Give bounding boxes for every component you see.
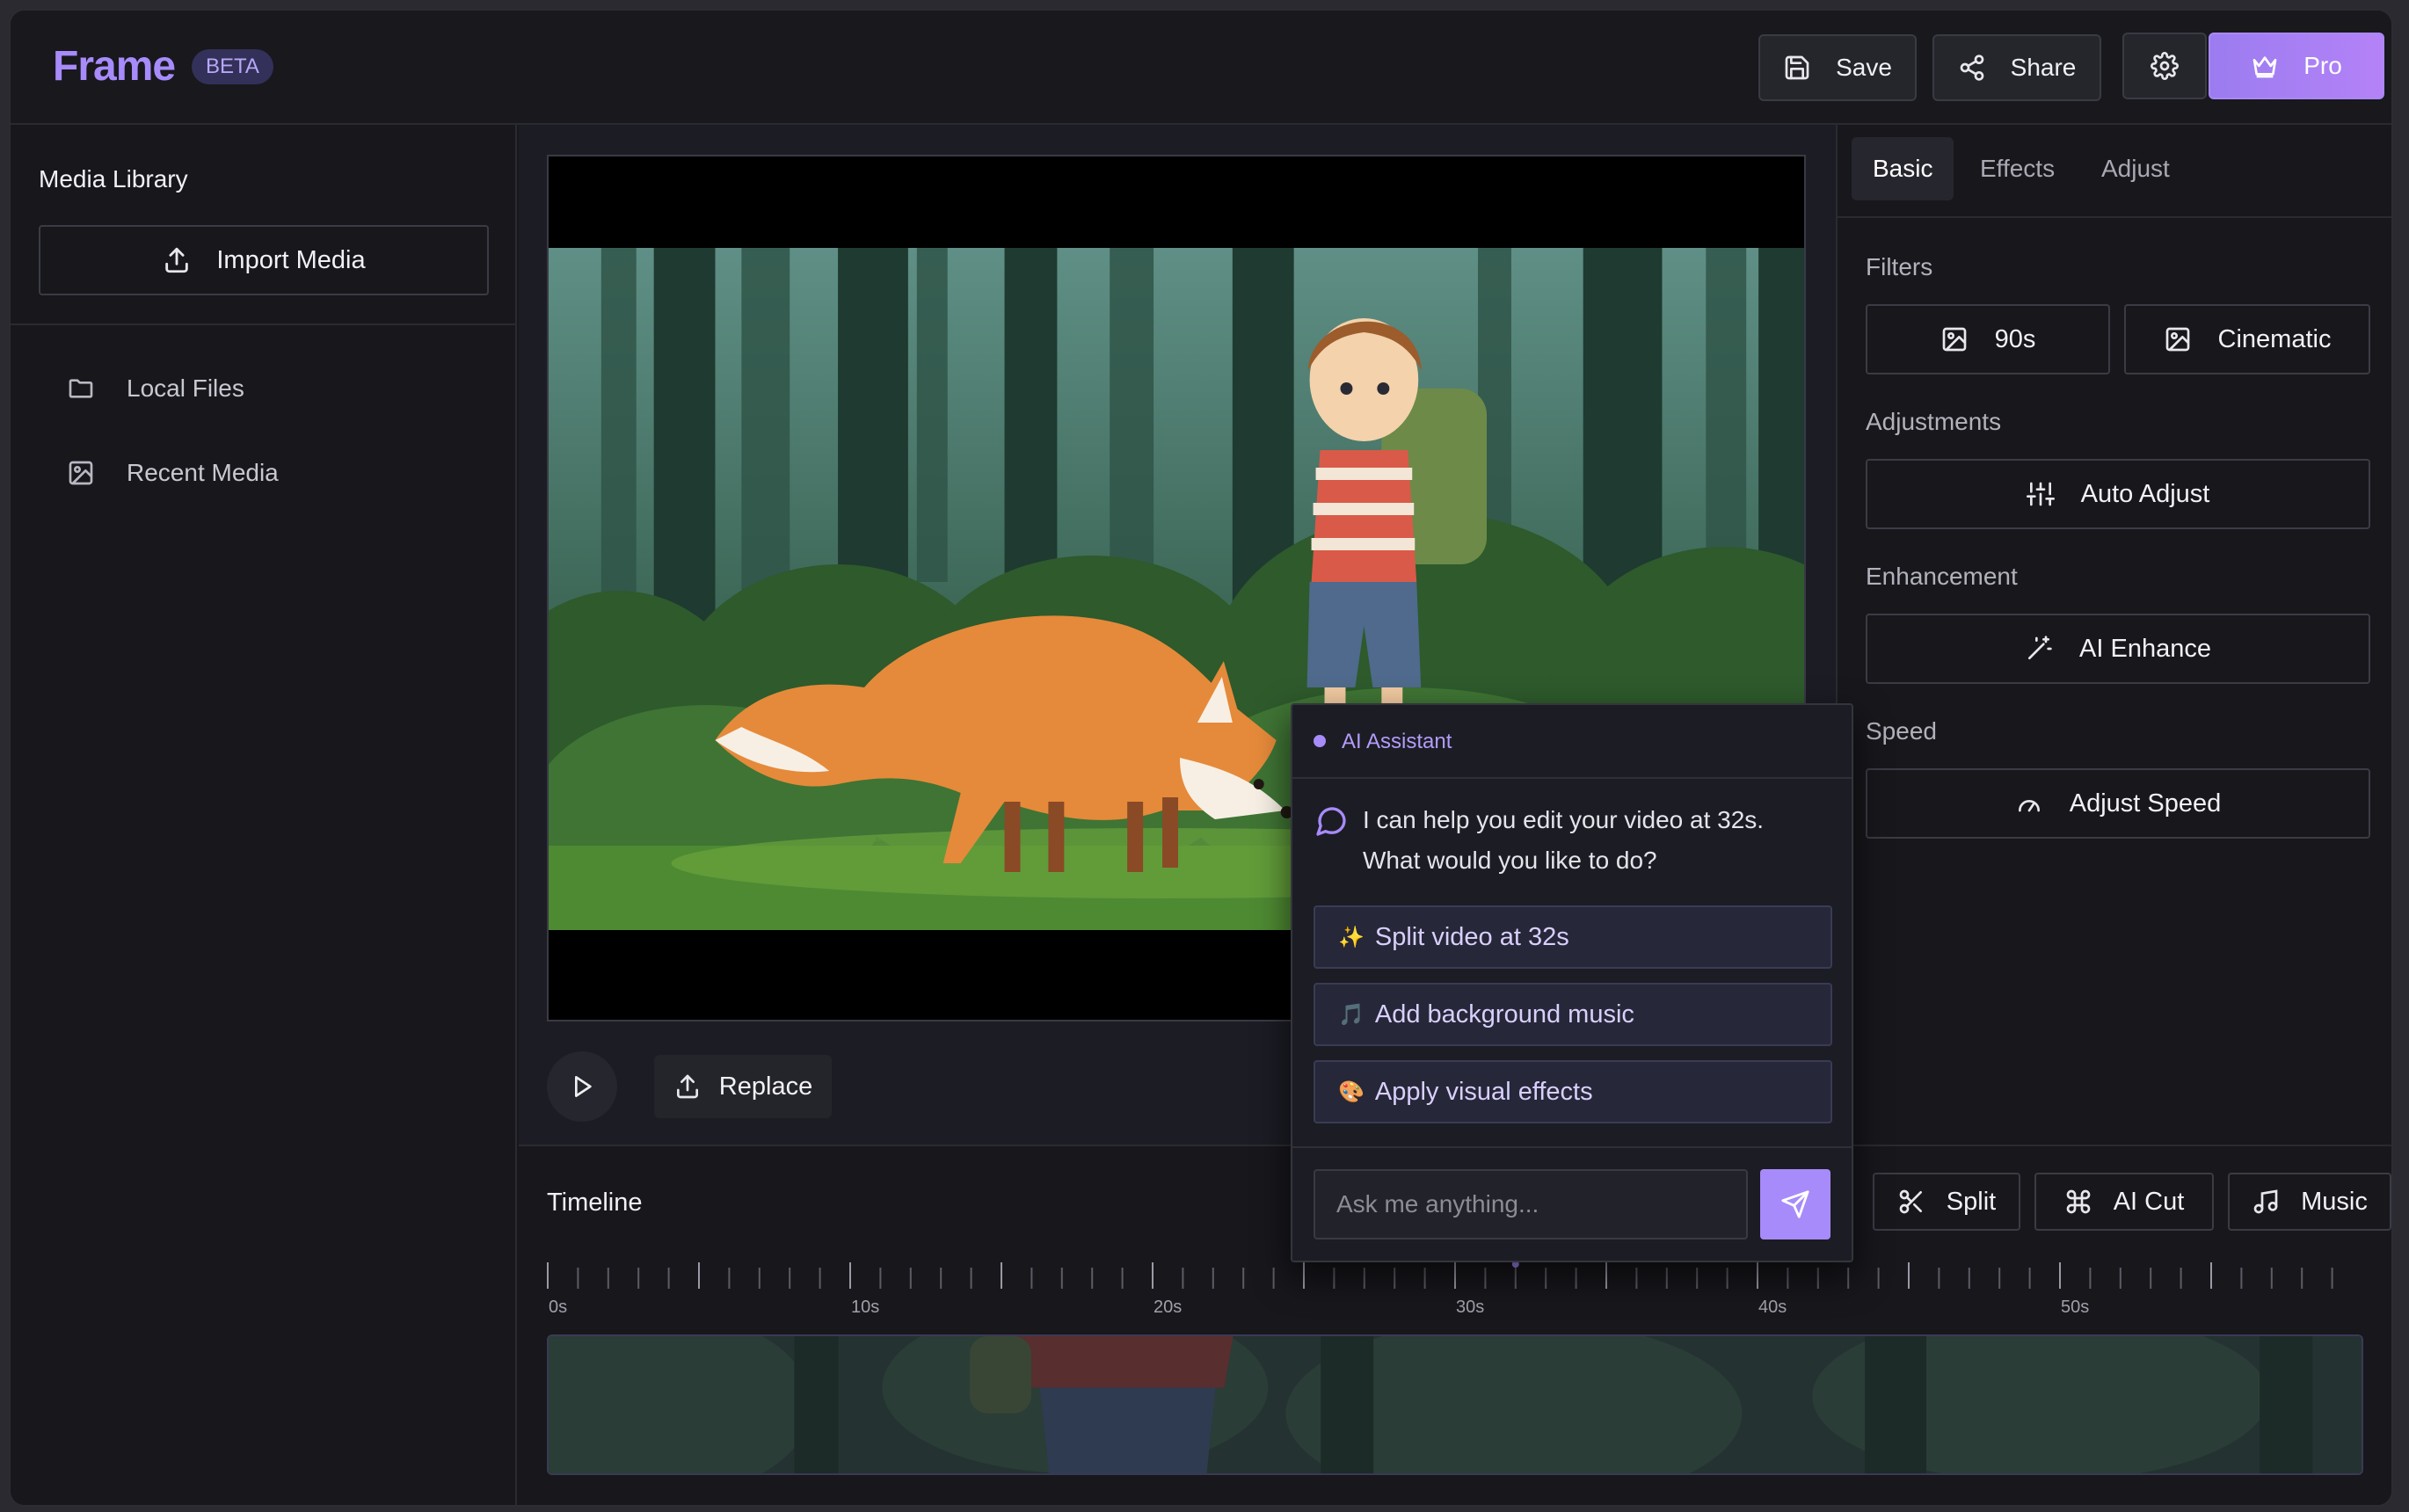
save-label: Save xyxy=(1836,54,1892,81)
import-media-button[interactable]: Import Media xyxy=(39,225,489,295)
ai-assistant-header: AI Assistant xyxy=(1292,705,1852,779)
filter-label: 90s xyxy=(1994,324,2036,353)
ai-option-label: Split video at 32s xyxy=(1374,922,1569,951)
gear-icon xyxy=(2151,52,2179,80)
tab-adjust[interactable]: Adjust xyxy=(2080,137,2191,200)
ruler-tick-label: 40s xyxy=(1758,1298,1787,1317)
video-track-clip[interactable] xyxy=(547,1334,2363,1475)
ruler-tick-label: 50s xyxy=(2061,1298,2090,1317)
upload-icon xyxy=(165,247,189,273)
sidebar-item-label: Local Files xyxy=(127,374,244,402)
ai-assistant-popup: AI Assistant I can help you edit your vi… xyxy=(1291,703,1853,1262)
split-label: Split xyxy=(1946,1187,1997,1216)
sidebar-item-local-files[interactable]: Local Files xyxy=(67,362,244,415)
image-icon xyxy=(69,461,93,485)
image-icon xyxy=(1942,327,1966,352)
pro-button[interactable]: Pro xyxy=(2209,33,2384,99)
gauge-icon xyxy=(2018,800,2040,812)
palette-icon: 🎨 xyxy=(1338,1079,1365,1104)
send-icon xyxy=(1781,1190,1809,1218)
ai-option-split-video[interactable]: ✨ Split video at 32s xyxy=(1314,905,1832,969)
save-icon xyxy=(1785,55,1809,80)
ruler-tick-label: 0s xyxy=(549,1298,568,1317)
panel-tabs: Basic Effects Adjust xyxy=(1838,125,2391,218)
adjust-speed-button[interactable]: Adjust Speed xyxy=(1866,768,2370,839)
ai-assistant-title: AI Assistant xyxy=(1342,730,1452,753)
crown-icon xyxy=(2253,56,2277,78)
replace-button[interactable]: Replace xyxy=(654,1055,832,1118)
app-window: Frame BETA Save Share Media Library Impo… xyxy=(9,9,2393,1507)
tab-effects[interactable]: Effects xyxy=(1959,137,2076,200)
command-icon xyxy=(2066,1189,2091,1214)
adjustments-label: Adjustments xyxy=(1866,408,2002,435)
folder-icon xyxy=(69,379,93,398)
split-button[interactable]: Split xyxy=(1873,1173,2020,1231)
ruler-ticks xyxy=(547,1261,2333,1289)
ai-option-visual-effects[interactable]: 🎨 Apply visual effects xyxy=(1314,1060,1832,1123)
timeline-title: Timeline xyxy=(547,1189,643,1217)
upload-icon xyxy=(676,1074,698,1099)
ai-assistant-message: I can help you edit your video at 32s. W… xyxy=(1363,806,1765,874)
settings-button[interactable] xyxy=(2122,33,2207,99)
music-button[interactable]: Music xyxy=(2228,1173,2391,1231)
play-icon xyxy=(575,1076,592,1097)
share-button[interactable]: Share xyxy=(1932,34,2101,101)
import-media-label: Import Media xyxy=(216,245,366,274)
filter-90s-button[interactable]: 90s xyxy=(1866,304,2110,374)
ruler-tick-label: 20s xyxy=(1154,1298,1183,1317)
enhancement-label: Enhancement xyxy=(1866,563,2018,590)
app-logo: Frame xyxy=(53,43,176,90)
ai-cut-label: AI Cut xyxy=(2113,1187,2185,1216)
ruler-tick-label: 10s xyxy=(851,1298,880,1317)
pro-label: Pro xyxy=(2303,52,2342,79)
music-label: Music xyxy=(2301,1187,2368,1216)
image-icon xyxy=(2165,327,2189,352)
ai-enhance-button[interactable]: AI Enhance xyxy=(1866,614,2370,684)
ai-enhance-label: AI Enhance xyxy=(2079,634,2211,663)
chat-bubble-icon xyxy=(1316,807,1346,836)
ai-footer-divider xyxy=(1292,1146,1852,1148)
replace-label: Replace xyxy=(718,1072,813,1101)
media-library-sidebar: Media Library Import Media Local Files R… xyxy=(11,125,517,1505)
send-button[interactable] xyxy=(1760,1169,1830,1239)
share-label: Share xyxy=(2010,54,2077,81)
time-ruler[interactable]: 0s 10s 20s 30s 40s 50s xyxy=(547,1261,2362,1324)
speed-label: Speed xyxy=(1866,717,1937,745)
sliders-icon xyxy=(2026,482,2055,506)
filter-label: Cinematic xyxy=(2217,324,2332,353)
scissors-icon xyxy=(1899,1189,1922,1214)
filter-cinematic-button[interactable]: Cinematic xyxy=(2124,304,2370,374)
ai-chat-input[interactable] xyxy=(1314,1169,1748,1239)
tab-basic[interactable]: Basic xyxy=(1852,137,1954,200)
adjust-speed-label: Adjust Speed xyxy=(2069,789,2222,818)
share-icon xyxy=(1960,55,1983,81)
music-icon xyxy=(2253,1189,2278,1214)
properties-panel: Basic Effects Adjust Filters 90s Cinemat… xyxy=(1836,125,2391,1145)
sidebar-item-label: Recent Media xyxy=(127,459,279,486)
magic-wand-icon xyxy=(2028,636,2052,659)
sidebar-item-recent-media[interactable]: Recent Media xyxy=(67,447,279,499)
clip-thumbnail xyxy=(549,1336,2362,1473)
auto-adjust-button[interactable]: Auto Adjust xyxy=(1866,459,2370,529)
auto-adjust-label: Auto Adjust xyxy=(2080,479,2210,508)
status-dot xyxy=(1314,735,1326,747)
filters-label: Filters xyxy=(1866,253,1933,280)
ai-option-label: Apply visual effects xyxy=(1374,1077,1593,1106)
ai-cut-button[interactable]: AI Cut xyxy=(2034,1173,2214,1231)
playhead-marker[interactable] xyxy=(1511,1261,1519,1268)
ruler-tick-label: 30s xyxy=(1456,1298,1485,1317)
ai-option-label: Add background music xyxy=(1374,1000,1634,1029)
top-bar: Frame BETA Save Share xyxy=(11,11,2391,125)
ai-option-add-music[interactable]: 🎵 Add background music xyxy=(1314,983,1832,1046)
save-button[interactable]: Save xyxy=(1758,34,1917,101)
sparkles-icon: ✨ xyxy=(1338,925,1365,949)
sidebar-divider xyxy=(11,323,515,325)
music-note-icon: 🎵 xyxy=(1338,1002,1365,1027)
media-library-title: Media Library xyxy=(39,165,188,193)
beta-badge: BETA xyxy=(192,49,273,84)
play-button[interactable] xyxy=(547,1051,617,1122)
